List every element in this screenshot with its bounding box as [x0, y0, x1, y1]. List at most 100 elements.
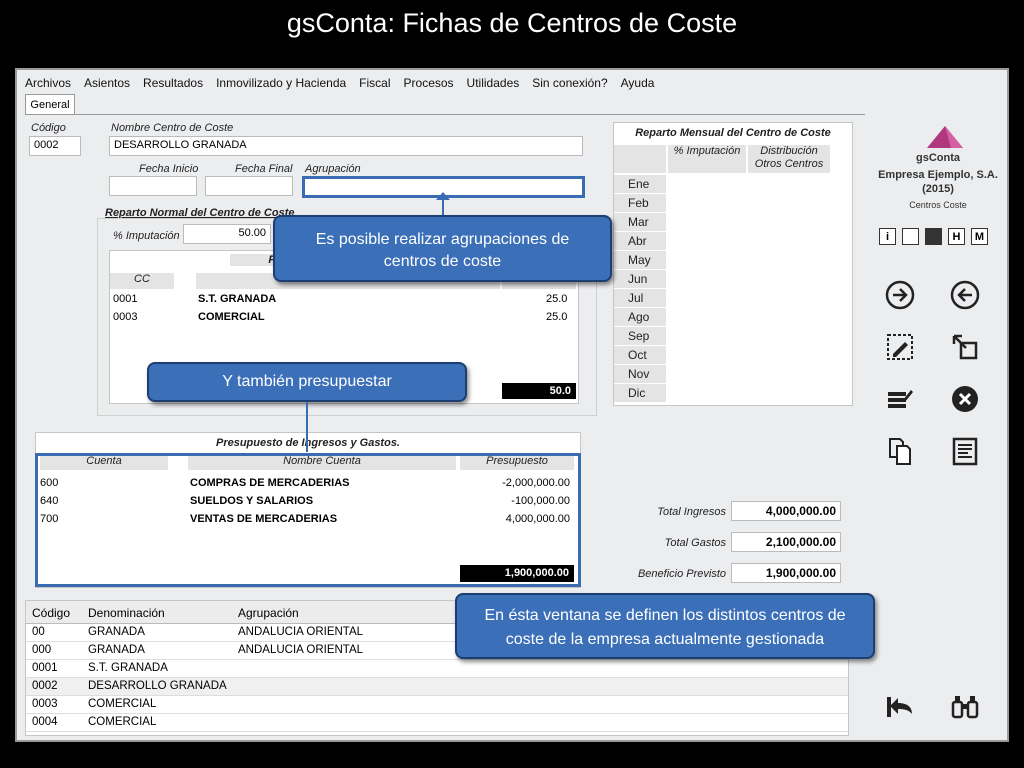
month-cell: Ago	[614, 308, 666, 326]
menu-fiscal[interactable]: Fiscal	[359, 72, 390, 94]
binoculars-icon[interactable]	[950, 692, 980, 722]
list-cell-agrupacion: ANDALUCIA ORIENTAL	[238, 626, 364, 638]
nombre-field[interactable]: DESARROLLO GRANADA	[109, 136, 583, 156]
list-cell-codigo: 0001	[32, 662, 58, 674]
fecha-final-field[interactable]	[205, 176, 293, 196]
tab-general[interactable]: General	[25, 94, 75, 115]
callout-connector	[306, 402, 308, 452]
pointer-icon[interactable]	[902, 228, 919, 245]
col-cc: CC	[110, 273, 174, 289]
company-year: (2015)	[922, 183, 954, 195]
month-cell: Sep	[614, 327, 666, 345]
month-cell: Jun	[614, 270, 666, 288]
gsconta-logo	[927, 126, 963, 148]
month-cell: Dic	[614, 384, 666, 402]
menu-utilidades[interactable]: Utilidades	[467, 72, 520, 94]
list-cell-denominacion: COMERCIAL	[88, 716, 157, 728]
reparto-row-nombre[interactable]: S.T. GRANADA	[198, 293, 276, 305]
month-cell: Oct	[614, 346, 666, 364]
list-cell-codigo: 0003	[32, 698, 58, 710]
list-item[interactable]: 0003 COMERCIAL	[26, 696, 848, 714]
imputacion-label: % Imputación	[113, 230, 180, 242]
menu-archivos[interactable]: Archivos	[25, 72, 71, 94]
list-cell-denominacion: S.T. GRANADA	[88, 662, 168, 674]
list-cell-codigo: 000	[32, 644, 52, 656]
fecha-final-label: Fecha Final	[235, 163, 293, 175]
list-cell-denominacion: DESARROLLO GRANADA	[88, 680, 227, 692]
menu-ayuda[interactable]: Ayuda	[621, 72, 655, 94]
reparto-mensual-grid: Reparto Mensual del Centro de Coste % Im…	[613, 122, 853, 406]
presupuesto-title: Presupuesto de Ingresos y Gastos.	[215, 437, 400, 449]
info-icon[interactable]: i	[879, 228, 896, 245]
help-icon[interactable]: H	[948, 228, 965, 245]
menu-procesos[interactable]: Procesos	[404, 72, 454, 94]
slide-title: gsConta: Fichas de Centros de Coste	[286, 8, 738, 38]
beneficio-label: Beneficio Previsto	[637, 568, 726, 580]
list-item[interactable]: 0002 DESARROLLO GRANADA	[26, 678, 848, 696]
list-item[interactable]: 0001 S.T. GRANADA	[26, 660, 848, 678]
month-cell: Abr	[614, 232, 666, 250]
month-cell: May	[614, 251, 666, 269]
total-gastos-label: Total Gastos	[664, 537, 726, 549]
list-cell-agrupacion: ANDALUCIA ORIENTAL	[238, 644, 364, 656]
menu-inmovilizado[interactable]: Inmovilizado y Hacienda	[216, 72, 346, 94]
app-name: gsConta	[916, 152, 960, 164]
month-cell: Mar	[614, 213, 666, 231]
list-cell-denominacion: GRANADA	[88, 644, 145, 656]
list-cell-denominacion: GRANADA	[88, 626, 145, 638]
previous-icon[interactable]	[950, 280, 980, 310]
reparto-row-cc[interactable]: 0001	[113, 293, 137, 305]
edit-icon[interactable]	[885, 332, 915, 362]
col-codigo: Código	[32, 606, 71, 620]
menu-resultados[interactable]: Resultados	[143, 72, 203, 94]
total-gastos-value: 2,100,000.00	[731, 532, 841, 552]
list-cell-denominacion: COMERCIAL	[88, 698, 157, 710]
reparto-total: 50.0	[502, 383, 576, 399]
col-distribucion: Distribución Otros Centros	[748, 145, 830, 173]
fecha-inicio-label: Fecha Inicio	[139, 163, 199, 175]
reparto-row-nombre[interactable]: COMERCIAL	[198, 311, 265, 323]
list-cell-codigo: 00	[32, 626, 45, 638]
codigo-label: Código	[31, 122, 66, 134]
col-mes	[614, 145, 666, 173]
callout-presupuestar: Y también presupuestar	[147, 362, 467, 402]
reparto-row-pct[interactable]: 25.0	[546, 293, 567, 305]
exit-icon[interactable]	[885, 692, 915, 722]
callout-ventana: En ésta ventana se definen los distintos…	[455, 593, 875, 659]
write-icon[interactable]	[885, 384, 915, 414]
menubar: Archivos Asientos Resultados Inmovilizad…	[19, 72, 661, 94]
list-item[interactable]: 0004 COMERCIAL	[26, 714, 848, 732]
reparto-row-cc[interactable]: 0003	[113, 311, 137, 323]
reparto-mensual-title: Reparto Mensual del Centro de Coste	[635, 127, 831, 139]
total-ingresos-value: 4,000,000.00	[731, 501, 841, 521]
list-cell-codigo: 0002	[32, 680, 58, 692]
fecha-inicio-field[interactable]	[109, 176, 197, 196]
copy-icon[interactable]	[885, 436, 915, 466]
flash-icon[interactable]	[925, 228, 942, 245]
month-cell: Feb	[614, 194, 666, 212]
codigo-field[interactable]: 0002	[29, 136, 81, 156]
month-cell: Nov	[614, 365, 666, 383]
company-name: Empresa Ejemplo, S.A.	[878, 169, 998, 181]
menu-sin-conexion[interactable]: Sin conexión?	[532, 72, 607, 94]
menu-asientos[interactable]: Asientos	[84, 72, 130, 94]
presupuesto-highlight	[35, 453, 581, 587]
beneficio-value: 1,900,000.00	[731, 563, 841, 583]
maximize-icon[interactable]	[950, 332, 980, 362]
col-agrupacion: Agrupación	[238, 606, 299, 620]
macro-icon[interactable]: M	[971, 228, 988, 245]
delete-icon[interactable]	[950, 384, 980, 414]
callout-arrow	[436, 192, 450, 200]
total-ingresos-label: Total Ingresos	[657, 506, 726, 518]
col-imputacion: % Imputación	[668, 145, 746, 173]
imputacion-field[interactable]: 50.00	[183, 224, 271, 244]
report-icon[interactable]	[950, 436, 980, 466]
reparto-row-pct[interactable]: 25.0	[546, 311, 567, 323]
module-name: Centros Coste	[909, 200, 967, 210]
nombre-label: Nombre Centro de Coste	[111, 122, 234, 134]
agrupacion-label: Agrupación	[305, 163, 361, 175]
month-cell: Ene	[614, 175, 666, 193]
next-icon[interactable]	[885, 280, 915, 310]
list-cell-codigo: 0004	[32, 716, 58, 728]
col-denominacion: Denominación	[88, 606, 165, 620]
